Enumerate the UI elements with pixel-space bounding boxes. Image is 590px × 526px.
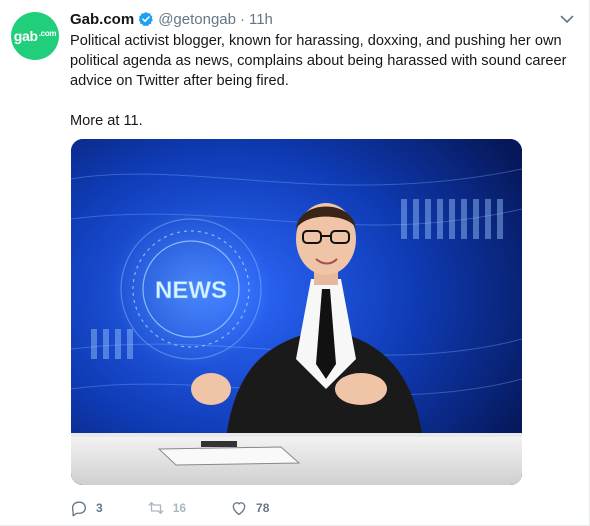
tweet-media-image[interactable]: NEWS (71, 139, 522, 485)
like-button[interactable]: 78 (230, 499, 269, 517)
retweet-icon (148, 502, 164, 514)
user-handle[interactable]: @getongab (158, 11, 236, 28)
header-separator: · (239, 10, 245, 28)
reply-button[interactable]: 3 (70, 499, 103, 517)
news-anchor-image: NEWS (71, 139, 522, 485)
retweet-count: 16 (172, 501, 187, 515)
news-overlay-text: NEWS (155, 277, 227, 304)
heart-icon (232, 502, 246, 516)
tweet-header: Gab.com @getongab · 11h (70, 9, 273, 29)
tweet-card[interactable]: gab .com Gab.com @getongab · 11h Politica… (0, 0, 590, 526)
verified-badge-icon (138, 12, 153, 27)
tweet-timestamp[interactable]: 11h (249, 11, 273, 28)
tweet-actions: 3 16 78 (70, 498, 269, 518)
tweet-text-paragraph: More at 11. (70, 113, 143, 129)
avatar-label-suffix: .com (38, 28, 57, 38)
tweet-text: Political activist blogger, known for ha… (70, 31, 570, 131)
avatar[interactable]: gab .com (11, 12, 59, 60)
tweet-text-paragraph: Political activist blogger, known for ha… (70, 33, 567, 89)
like-count: 78 (256, 501, 270, 515)
avatar-label: gab (13, 28, 38, 44)
retweet-button[interactable]: 16 (147, 499, 186, 517)
chevron-down-icon[interactable] (559, 11, 575, 27)
reply-icon (71, 501, 87, 517)
display-name[interactable]: Gab.com (70, 11, 134, 28)
reply-count: 3 (96, 501, 103, 515)
